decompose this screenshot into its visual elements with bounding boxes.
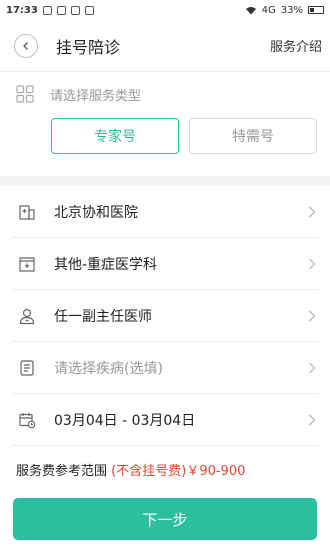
department-icon bbox=[18, 255, 36, 273]
document-icon bbox=[18, 359, 36, 377]
chevron-right-icon bbox=[309, 206, 316, 217]
fee-range: 服务费参考范围 (不含挂号费)￥90-900 bbox=[16, 460, 245, 479]
fee-label: 服务费参考范围 bbox=[16, 464, 108, 479]
chevron-right-icon bbox=[309, 362, 316, 373]
network-label: 4G bbox=[261, 4, 276, 16]
section-divider bbox=[0, 176, 330, 186]
notification-icon bbox=[42, 5, 52, 15]
chevron-right-icon bbox=[309, 310, 316, 321]
service-type-prompt-row: 请选择服务类型 bbox=[0, 74, 330, 114]
page-title: 挂号陪诊 bbox=[56, 37, 121, 57]
hospital-value: 北京协和医院 bbox=[54, 204, 138, 221]
doctor-value: 任一副主任医师 bbox=[54, 308, 152, 325]
disease-placeholder: 请选择疾病(选填) bbox=[54, 360, 163, 377]
status-notification-icons bbox=[42, 5, 94, 15]
department-row[interactable]: 其他-重症医学科 bbox=[12, 238, 318, 290]
calendar-icon bbox=[18, 411, 36, 429]
service-type-section: 请选择服务类型 专家号 特需号 bbox=[0, 74, 330, 174]
chevron-right-icon bbox=[309, 258, 316, 269]
service-option-special[interactable]: 特需号 bbox=[189, 118, 317, 154]
service-intro-link[interactable]: 服务介绍 bbox=[270, 36, 322, 55]
grid-icon bbox=[16, 85, 34, 103]
wifi-icon bbox=[245, 6, 256, 14]
date-row[interactable]: 03月04日 - 03月04日 bbox=[12, 394, 318, 446]
service-type-prompt: 请选择服务类型 bbox=[50, 88, 142, 104]
next-button[interactable]: 下一步 bbox=[13, 498, 317, 540]
fee-note: (不含挂号费) bbox=[111, 464, 187, 479]
disease-row[interactable]: 请选择疾病(选填) bbox=[12, 342, 318, 394]
status-time: 17:33 bbox=[6, 4, 38, 16]
battery-icon bbox=[308, 6, 324, 14]
back-icon bbox=[23, 41, 28, 50]
hospital-row[interactable]: 北京协和医院 bbox=[12, 186, 318, 238]
battery-percent: 33% bbox=[280, 4, 303, 16]
service-option-expert[interactable]: 专家号 bbox=[51, 118, 179, 154]
notification-icon bbox=[56, 5, 66, 15]
chevron-right-icon bbox=[309, 414, 316, 425]
hospital-icon bbox=[18, 203, 36, 221]
booking-form-list: 北京协和医院 其他-重症医学科 任一副主任医师 请选择疾病(选填) 03月04日… bbox=[0, 186, 330, 446]
navbar: 挂号陪诊 服务介绍 bbox=[0, 20, 330, 72]
fee-amount: ￥90-900 bbox=[186, 464, 246, 479]
notification-icon bbox=[84, 5, 94, 15]
date-range-value: 03月04日 - 03月04日 bbox=[54, 412, 196, 429]
back-button[interactable] bbox=[14, 33, 38, 58]
doctor-row[interactable]: 任一副主任医师 bbox=[12, 290, 318, 342]
status-bar: 17:33 4G 33% bbox=[0, 0, 330, 20]
doctor-icon bbox=[18, 307, 36, 325]
notification-icon bbox=[70, 5, 80, 15]
department-value: 其他-重症医学科 bbox=[54, 256, 158, 273]
